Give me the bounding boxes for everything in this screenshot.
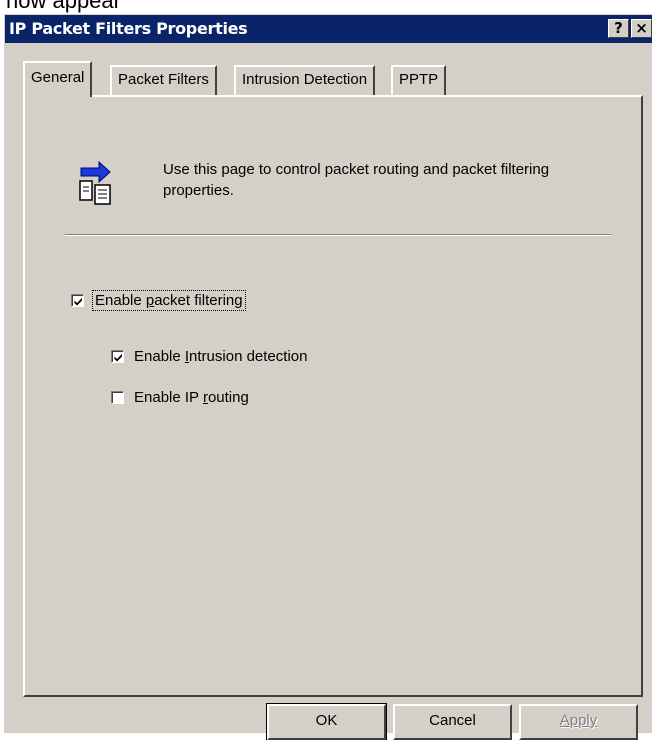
general-tab-panel: Use this page to control packet routing … <box>23 95 643 697</box>
checkbox-label: Enable Intrusion detection <box>134 348 308 365</box>
checkbox-label: Enable IP routing <box>134 389 249 406</box>
enable-intrusion-detection-checkbox[interactable]: Enable Intrusion detection <box>111 348 307 365</box>
close-button[interactable]: × <box>631 19 652 38</box>
ok-button[interactable]: OK <box>266 703 387 740</box>
packet-routing-icon <box>77 157 127 212</box>
checkbox-label: Enable packet filtering <box>92 290 246 311</box>
title-bar: IP Packet Filters Properties ? × <box>5 15 652 43</box>
cancel-button[interactable]: Cancel <box>393 704 512 740</box>
tab-packet-filters[interactable]: Packet Filters <box>110 65 217 95</box>
tab-intrusion-detection[interactable]: Intrusion Detection <box>234 65 376 95</box>
document-heading-fragment: now appear <box>6 0 121 13</box>
enable-ip-routing-checkbox[interactable]: Enable IP routing <box>111 389 249 406</box>
help-button[interactable]: ? <box>608 19 629 38</box>
tab-pptp[interactable]: PPTP <box>391 65 447 95</box>
window-title: IP Packet Filters Properties <box>9 19 248 38</box>
description-text: Use this page to control packet routing … <box>163 161 550 199</box>
checkbox-box[interactable] <box>111 391 124 404</box>
checkbox-box[interactable] <box>111 350 124 363</box>
enable-packet-filtering-checkbox[interactable]: Enable packet filtering <box>71 290 246 311</box>
tab-general[interactable]: General <box>23 61 93 97</box>
properties-dialog: IP Packet Filters Properties ? × General… <box>4 14 652 740</box>
checkbox-box[interactable] <box>71 294 84 307</box>
separator <box>65 234 611 236</box>
apply-button[interactable]: Apply <box>519 704 638 740</box>
